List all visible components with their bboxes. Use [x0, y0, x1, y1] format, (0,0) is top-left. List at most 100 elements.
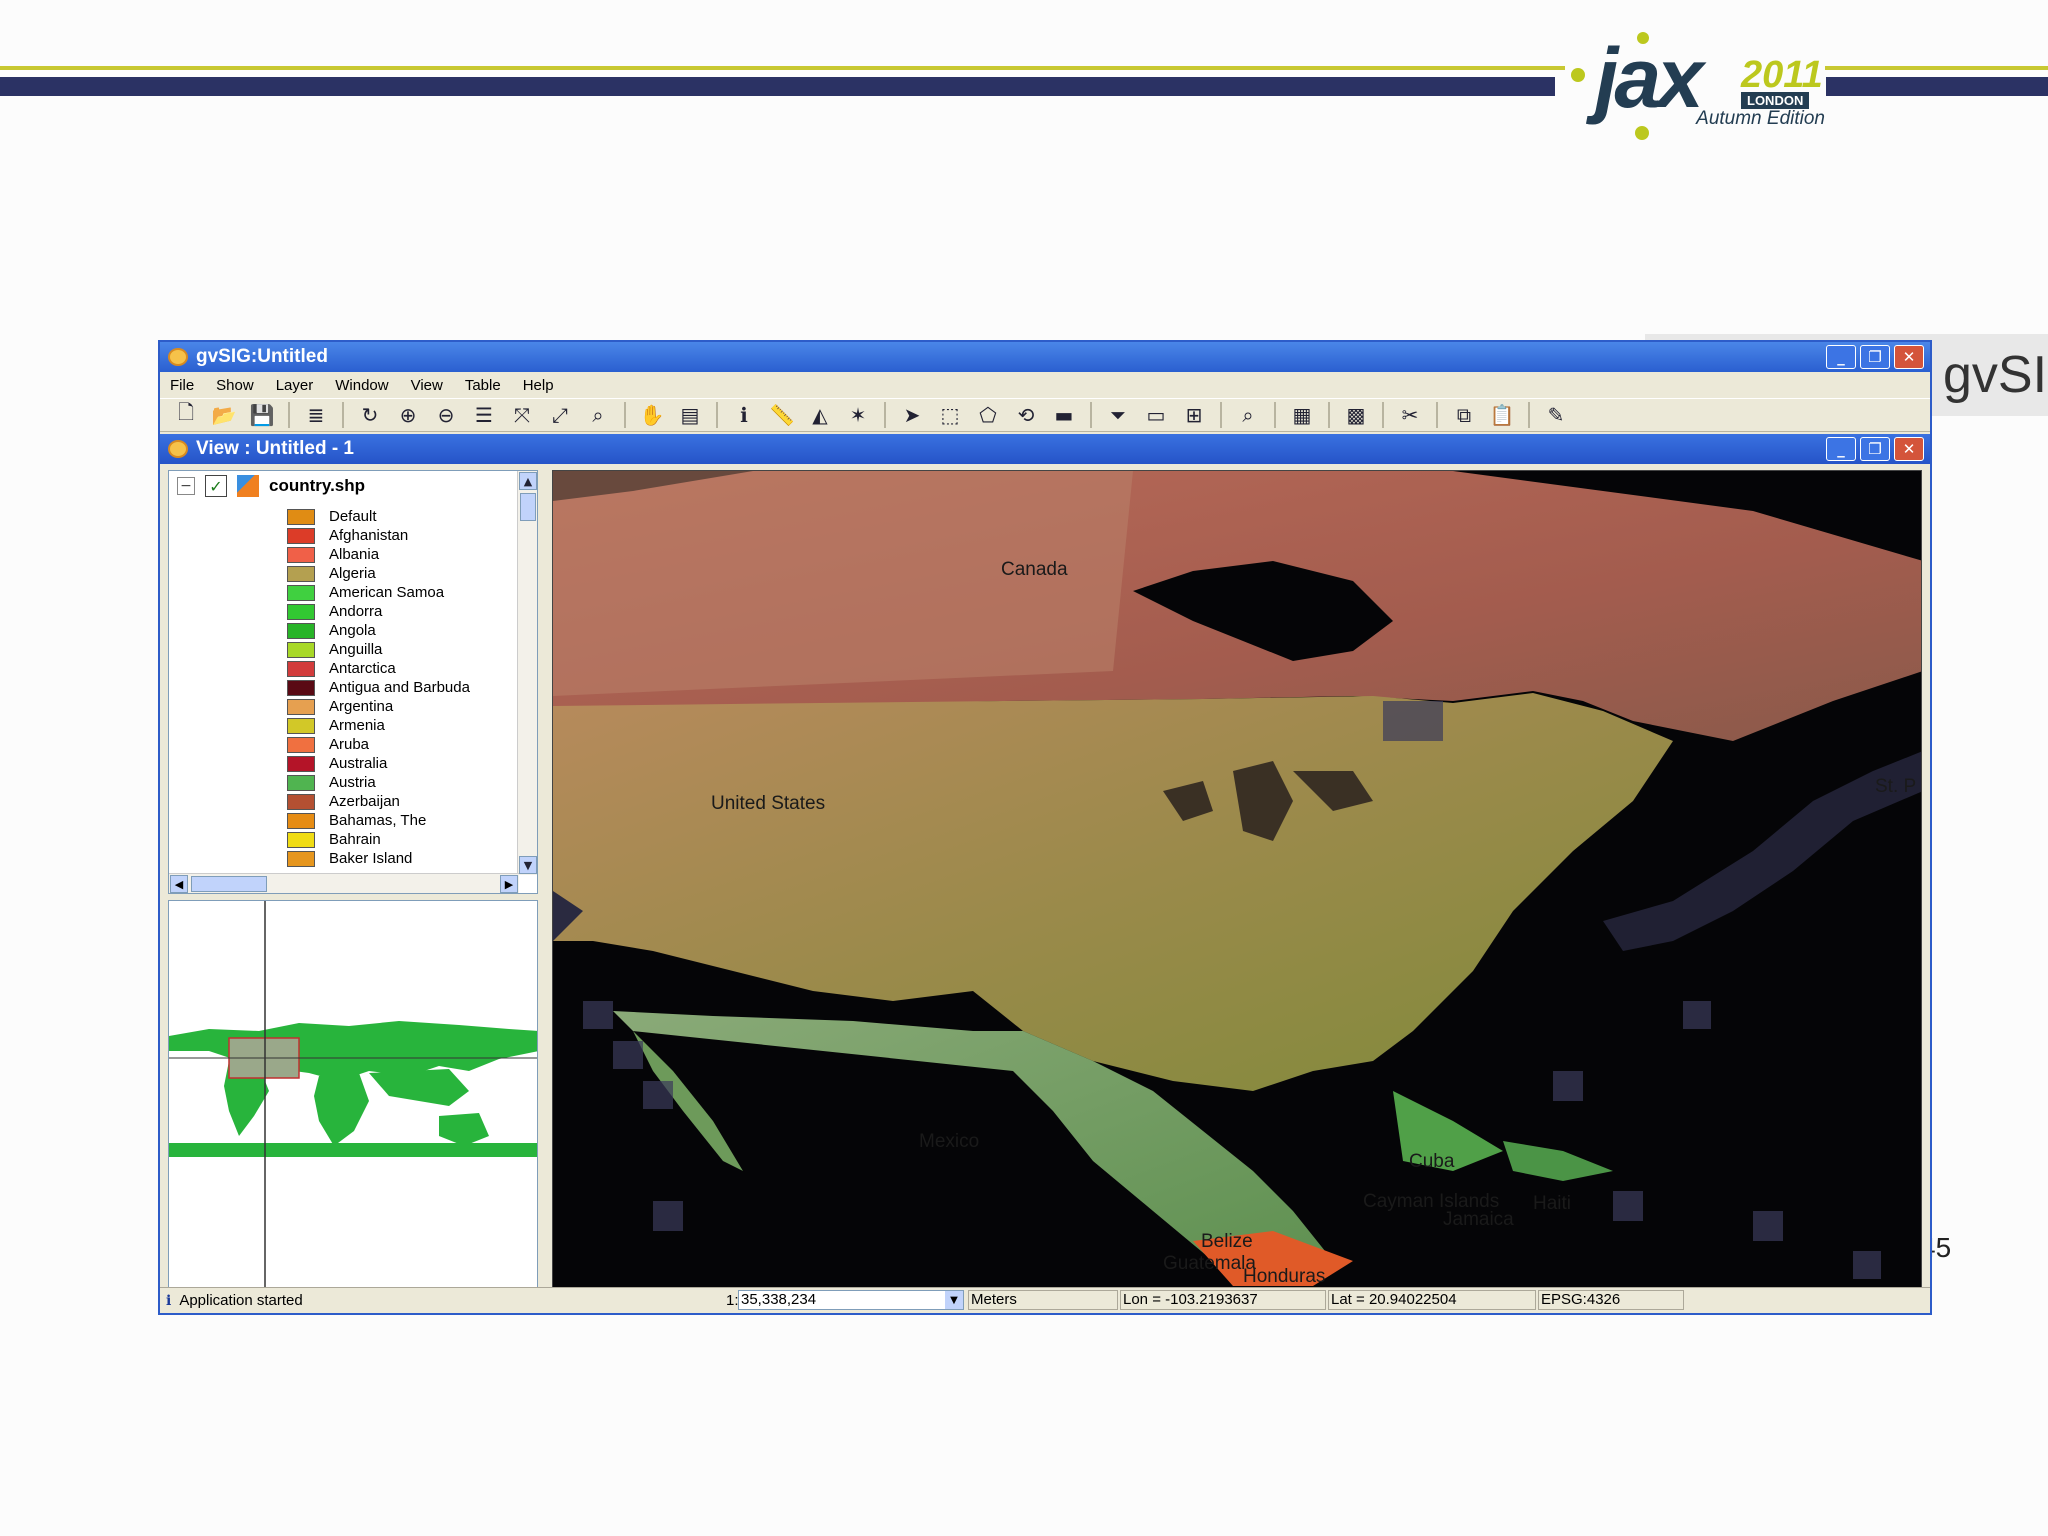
select-icon[interactable]: ➤	[896, 401, 928, 429]
satellite-imagery	[553, 471, 1921, 1289]
view-close-button[interactable]: ✕	[1894, 437, 1924, 461]
menu-view[interactable]: View	[411, 377, 443, 394]
legend-item[interactable]: Antigua and Barbuda	[287, 678, 470, 697]
close-button[interactable]: ✕	[1894, 345, 1924, 369]
rotate-icon[interactable]: ↻	[354, 401, 386, 429]
legend-item[interactable]: Baker Island	[287, 849, 470, 868]
table-icon[interactable]: ▦	[1286, 401, 1318, 429]
scroll-thumb[interactable]	[191, 876, 267, 892]
zoom-select-icon[interactable]: ⌕	[582, 401, 614, 429]
toc-horizontal-scrollbar[interactable]: ◀ ▶	[169, 873, 519, 893]
zoom-full-icon[interactable]: ⤧	[506, 401, 538, 429]
toolbar-separator	[1090, 402, 1092, 428]
legend-item[interactable]: Afghanistan	[287, 526, 470, 545]
locator-icon[interactable]: ▤	[674, 401, 706, 429]
zoom-layers-icon[interactable]: ☰	[468, 401, 500, 429]
view-restore-button[interactable]: ❐	[1860, 437, 1890, 461]
legend-swatch	[287, 641, 315, 658]
locator-map[interactable]	[168, 900, 538, 1290]
open-icon[interactable]: 📂	[208, 401, 240, 429]
map-label-guatemala: Guatemala	[1163, 1253, 1256, 1274]
new-icon[interactable]: 🗋	[170, 400, 202, 429]
menu-table[interactable]: Table	[465, 377, 501, 394]
legend-swatch	[287, 774, 315, 791]
menu-window[interactable]: Window	[335, 377, 388, 394]
map-canvas[interactable]: Canada United States Mexico Cuba Cayman Isla…	[552, 470, 1922, 1290]
legend-item[interactable]: Anguilla	[287, 640, 470, 659]
logo-edition: Autumn Edition	[1696, 108, 1825, 129]
menu-layer[interactable]: Layer	[276, 377, 314, 394]
scroll-right-icon[interactable]: ▶	[500, 875, 518, 893]
view-icon	[168, 440, 188, 458]
chevron-down-icon[interactable]: ▼	[945, 1291, 963, 1309]
paste-icon[interactable]: 📋	[1486, 401, 1518, 429]
layer-visibility-checkbox[interactable]: ✓	[205, 475, 227, 497]
scroll-down-icon[interactable]: ▼	[519, 856, 537, 874]
legend-item[interactable]: Angola	[287, 621, 470, 640]
legend-item[interactable]: Albania	[287, 545, 470, 564]
legend-item[interactable]: Argentina	[287, 697, 470, 716]
copy-icon[interactable]: ⧉	[1448, 401, 1480, 429]
collapse-icon[interactable]: −	[177, 477, 195, 495]
pan-icon[interactable]: ✋	[636, 401, 668, 429]
legend-swatch	[287, 603, 315, 620]
add-layer-icon[interactable]: ≣	[300, 401, 332, 429]
window-titlebar[interactable]: gvSIG:Untitled _ ❐ ✕	[160, 342, 1930, 372]
legend-item[interactable]: Bahrain	[287, 830, 470, 849]
locator-world-map	[169, 901, 537, 1289]
frame-icon[interactable]: ⊞	[1178, 401, 1210, 429]
select-by-icon[interactable]: ⟲	[1010, 401, 1042, 429]
zoom-in-icon[interactable]: ⊕	[392, 401, 424, 429]
menu-help[interactable]: Help	[523, 377, 554, 394]
view-titlebar[interactable]: View : Untitled - 1 _ ❐ ✕	[160, 434, 1930, 464]
zoom-extent-icon[interactable]: ⤢	[544, 401, 576, 429]
toolbar-separator	[716, 402, 718, 428]
legend-item[interactable]: Bahamas, The	[287, 811, 470, 830]
area-icon[interactable]: ◭	[804, 401, 836, 429]
legend-item[interactable]: Austria	[287, 773, 470, 792]
crs-field: EPSG:4326	[1538, 1290, 1684, 1310]
minimize-button[interactable]: _	[1826, 345, 1856, 369]
graphic-icon[interactable]: ▬	[1048, 401, 1080, 429]
legend-item[interactable]: American Samoa	[287, 583, 470, 602]
legend-item[interactable]: Aruba	[287, 735, 470, 754]
gvsig-app-icon	[168, 348, 188, 366]
scroll-up-icon[interactable]: ▲	[519, 472, 537, 490]
menu-bar: File Show Layer Window View Table Help	[160, 372, 1930, 398]
zoom-out-icon[interactable]: ⊖	[430, 401, 462, 429]
save-icon[interactable]: 💾	[246, 401, 278, 429]
info-icon[interactable]: ℹ	[728, 401, 760, 429]
tools-icon[interactable]: ✂	[1394, 401, 1426, 429]
map-label-canada: Canada	[1001, 559, 1068, 580]
scale-value: 35,338,234	[741, 1291, 817, 1308]
legend-item[interactable]: Default	[287, 507, 470, 526]
hyperlink-icon[interactable]: ✶	[842, 401, 874, 429]
layer-name[interactable]: country.shp	[269, 476, 365, 496]
restore-button[interactable]: ❐	[1860, 345, 1890, 369]
menu-show[interactable]: Show	[216, 377, 254, 394]
filter-icon[interactable]: ⏷	[1102, 401, 1134, 429]
scale-combobox[interactable]: 35,338,234 ▼	[738, 1290, 964, 1310]
status-message: Application started	[179, 1292, 303, 1309]
legend-item[interactable]: Andorra	[287, 602, 470, 621]
toc-layer-row[interactable]: − ✓ country.shp	[177, 475, 365, 497]
edit-icon[interactable]: ✎	[1540, 401, 1572, 429]
scroll-left-icon[interactable]: ◀	[170, 875, 188, 893]
legend-label: Aruba	[329, 736, 370, 753]
find-icon[interactable]: ⌕	[1232, 401, 1264, 429]
grid-icon[interactable]: ▩	[1340, 401, 1372, 429]
window-title: gvSIG:Untitled	[196, 346, 328, 367]
legend-item[interactable]: Azerbaijan	[287, 792, 470, 811]
rect-icon[interactable]: ▭	[1140, 401, 1172, 429]
select-poly-icon[interactable]: ⬠	[972, 401, 1004, 429]
legend-item[interactable]: Algeria	[287, 564, 470, 583]
menu-file[interactable]: File	[170, 377, 194, 394]
legend-item[interactable]: Antarctica	[287, 659, 470, 678]
legend-item[interactable]: Australia	[287, 754, 470, 773]
legend-item[interactable]: Armenia	[287, 716, 470, 735]
scroll-thumb[interactable]	[520, 493, 536, 521]
view-minimize-button[interactable]: _	[1826, 437, 1856, 461]
toc-vertical-scrollbar[interactable]: ▲ ▼	[517, 471, 537, 875]
select-rect-icon[interactable]: ⬚	[934, 401, 966, 429]
measure-icon[interactable]: 📏	[766, 401, 798, 429]
